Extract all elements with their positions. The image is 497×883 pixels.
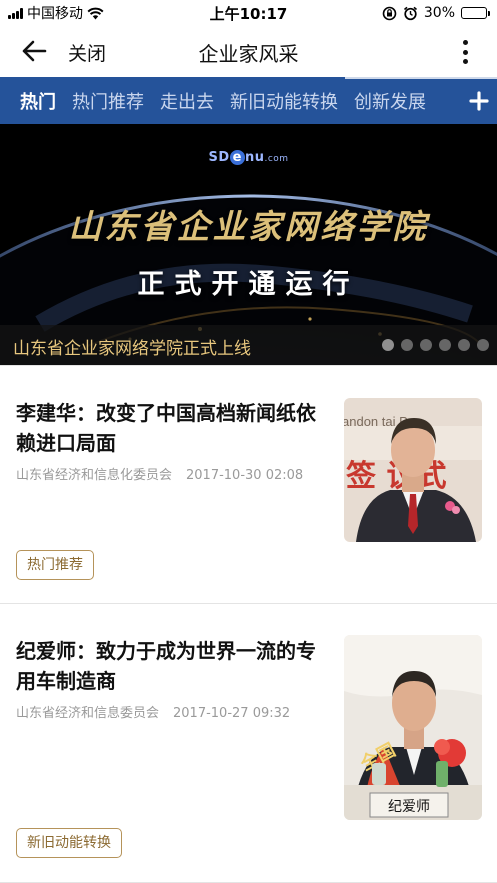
close-button[interactable]: 关闭	[68, 39, 106, 66]
portrait-image: andon tai Pa 签 议式	[344, 398, 482, 542]
tab-scroll-indicator	[345, 77, 497, 79]
plus-icon	[469, 90, 489, 111]
status-right: 30%	[382, 5, 490, 21]
nav-bar: 关闭 企业家风采	[0, 26, 497, 76]
carousel-dot[interactable]	[420, 339, 432, 351]
article-source: 山东省经济和信息化委员会	[16, 468, 173, 483]
tab-hot[interactable]: 热门	[20, 88, 56, 114]
banner-caption-bar: 山东省企业家网络学院正式上线	[0, 325, 497, 365]
battery-icon	[461, 7, 490, 19]
article-title[interactable]: 纪爱师：致力于成为世界一流的专用车制造商	[16, 636, 334, 696]
tab-innovation[interactable]: 创新发展	[354, 88, 426, 114]
status-left: 中国移动	[8, 3, 104, 23]
status-bar: 中国移动 上午10:17 30%	[0, 0, 497, 26]
article-thumbnail[interactable]: andon tai Pa 签 议式	[344, 398, 482, 542]
carousel-dots[interactable]	[382, 339, 489, 351]
wifi-icon	[87, 7, 104, 19]
carousel-dot[interactable]	[458, 339, 470, 351]
category-tab-bar: 热门 热门推荐 走出去 新旧动能转换 创新发展	[0, 77, 497, 124]
banner-caption: 山东省企业家网络学院正式上线	[13, 339, 251, 359]
article-meta: 山东省经济和信息委员会 2017-10-27 09:32	[16, 702, 290, 721]
article-source: 山东省经济和信息委员会	[16, 706, 160, 721]
thumb-nameplate-text: 纪爱师	[388, 799, 430, 815]
tab-new-old-momentum[interactable]: 新旧动能转换	[230, 88, 338, 114]
battery-percent: 30%	[423, 5, 455, 21]
banner-carousel[interactable]: SD e nu.com 山东省企业家网络学院 正式开通运行 山东省企业家网络学院正式…	[0, 124, 497, 365]
carousel-dot[interactable]	[401, 339, 413, 351]
article-card[interactable]: 纪爱师：致力于成为世界一流的专用车制造商 山东省经济和信息委员会 2017-10-…	[0, 604, 497, 883]
portrait-image: 全国 纪爱师	[344, 635, 482, 820]
tab-go-global[interactable]: 走出去	[160, 88, 214, 114]
banner-headline: 山东省企业家网络学院	[68, 207, 429, 246]
signal-icon	[8, 7, 23, 19]
article-thumbnail[interactable]: 全国 纪爱师	[344, 635, 482, 820]
tab-list: 热门 热门推荐 走出去 新旧动能转换 创新发展	[0, 88, 426, 114]
banner-logo: SD e nu.com	[208, 150, 289, 165]
status-time: 上午10:17	[209, 4, 288, 23]
rotation-lock-icon	[382, 6, 397, 20]
article-title[interactable]: 李建华：改变了中国高档新闻纸依赖进口局面	[16, 398, 334, 458]
alarm-icon	[403, 6, 417, 20]
add-category-button[interactable]	[447, 77, 497, 124]
carousel-dot[interactable]	[439, 339, 451, 351]
article-meta: 山东省经济和信息化委员会 2017-10-30 02:08	[16, 464, 303, 483]
article-card[interactable]: 李建华：改变了中国高档新闻纸依赖进口局面 山东省经济和信息化委员会 2017-10…	[0, 366, 497, 603]
back-arrow-icon[interactable]	[20, 38, 48, 64]
tab-hot-recommend[interactable]: 热门推荐	[72, 88, 144, 114]
banner-subheadline: 正式开通运行	[137, 269, 360, 300]
article-tag[interactable]: 热门推荐	[16, 550, 94, 580]
carousel-dot[interactable]	[382, 339, 394, 351]
more-options-icon[interactable]	[461, 40, 469, 64]
carrier-label: 中国移动	[27, 6, 83, 22]
article-date: 2017-10-27 09:32	[173, 706, 291, 721]
carousel-dot[interactable]	[477, 339, 489, 351]
article-tag[interactable]: 新旧动能转换	[16, 828, 122, 858]
article-date: 2017-10-30 02:08	[186, 468, 304, 483]
